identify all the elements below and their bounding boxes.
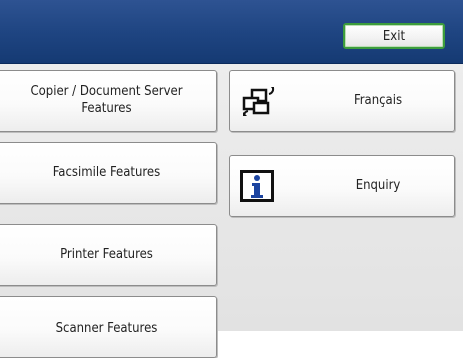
enquiry-button[interactable]: Enquiry [229, 155, 455, 217]
exit-button[interactable]: Exit [343, 23, 445, 49]
francais-button[interactable]: Français [229, 70, 455, 132]
title-bar: Exit [0, 0, 463, 64]
francais-label: Français [353, 92, 403, 108]
facsimile-features-label: Facsimile Features [52, 164, 161, 180]
printer-features-label: Printer Features [60, 246, 153, 262]
enquiry-label: Enquiry [355, 177, 401, 193]
features-panel: Copier / Document Server Features Facsim… [0, 64, 463, 358]
scanner-features-button[interactable]: Scanner Features [0, 296, 217, 358]
copier-document-server-features-button[interactable]: Copier / Document Server Features [0, 70, 217, 132]
language-switch-icon [242, 87, 275, 116]
scanner-features-label: Scanner Features [55, 321, 158, 336]
printer-features-button[interactable]: Printer Features [0, 224, 217, 286]
facsimile-features-button[interactable]: Facsimile Features [0, 142, 217, 204]
exit-button-label: Exit [382, 28, 406, 44]
copier-document-server-features-label: Copier / Document Server Features [30, 84, 183, 116]
info-icon [240, 170, 274, 202]
